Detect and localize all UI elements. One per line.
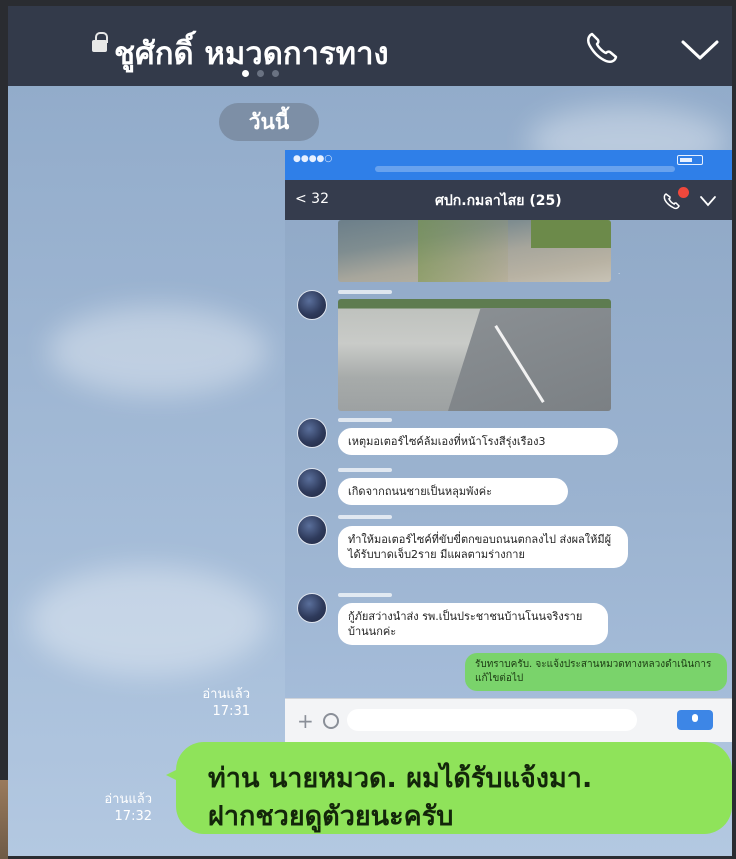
page-indicator [242, 70, 279, 77]
status-bar: ●●●●○ [285, 150, 732, 180]
message-timestamp: · [618, 270, 621, 278]
road-verge [418, 220, 508, 282]
status-banner [375, 166, 675, 172]
chat-header: ชูศักดิ์ หมวดการทาง [8, 6, 732, 86]
read-time: 17:31 [212, 704, 250, 719]
sender-name [338, 290, 392, 294]
inner-chat-title: ศปก.กมลาไสย (25) [435, 193, 562, 209]
sender-name [338, 593, 392, 597]
emoji-icon[interactable] [323, 713, 339, 729]
road-surface [448, 308, 611, 411]
chat-window: ชูศักดิ์ หมวดการทาง วันนี้ ●●●●○ < 32 ศป… [8, 6, 732, 856]
background-cloud [28, 566, 268, 676]
message-bubble[interactable]: เกิดจากถนนชายเป็นหลุมพังค่ะ [338, 478, 568, 505]
phone-icon[interactable] [582, 28, 622, 68]
sender-name [338, 418, 392, 422]
reply-bubble[interactable]: รับทราบครับ. จะแจ้งประสานหมวดทางหลวงดำเน… [465, 653, 727, 691]
chevron-down-icon[interactable] [699, 195, 717, 207]
sender-name [338, 468, 392, 472]
message-input-bar: + [285, 698, 732, 742]
read-receipt: อ่านแล้ว 17:31 [188, 686, 250, 720]
message-line: ท่าน นายหมวด. ผมได้รับแจ้งมา. [208, 763, 593, 794]
road-photo[interactable] [338, 220, 611, 282]
message-line: ฝากชวยดูตัวยนะครับ [208, 801, 454, 832]
avatar[interactable] [297, 593, 327, 623]
back-button[interactable]: < 32 [295, 191, 329, 207]
background-cloud [48, 306, 268, 396]
read-status: อ่านแล้ว [202, 687, 250, 702]
message-input[interactable] [347, 709, 637, 731]
lock-icon [92, 32, 108, 52]
page-dot [257, 70, 264, 77]
inner-chat-header: < 32 ศปก.กมลาไสย (25) [285, 180, 732, 220]
read-status: อ่านแล้ว [104, 792, 152, 807]
avatar[interactable] [297, 515, 327, 545]
plus-icon[interactable]: + [297, 709, 314, 733]
road-photo[interactable] [338, 299, 611, 411]
shared-screenshot-image[interactable]: ●●●●○ < 32 ศปก.กมลาไสย (25) · เหตุมอเตอร… [285, 150, 732, 742]
battery-icon [677, 155, 703, 165]
chevron-down-icon[interactable] [680, 38, 720, 62]
page-dot [272, 70, 279, 77]
grass-area [531, 220, 611, 248]
sender-name [338, 515, 392, 519]
mic-icon[interactable] [677, 710, 713, 730]
page-dot [242, 70, 249, 77]
background-photo-edge [0, 780, 8, 859]
message-bubble[interactable]: เหตุมอเตอร์ไซค์ล้มเองที่หน้าโรงสีรุ่งเรื… [338, 428, 618, 455]
signal-indicator: ●●●●○ [293, 154, 333, 164]
avatar[interactable] [297, 468, 327, 498]
message-bubble[interactable]: กู้ภัยสว่างนำส่ง รพ.เป็นประชาชนบ้านโนนจร… [338, 603, 608, 645]
date-separator: วันนี้ [219, 103, 319, 141]
read-time: 17:32 [114, 809, 152, 824]
read-receipt: อ่านแล้ว 17:32 [90, 791, 152, 825]
avatar[interactable] [297, 290, 327, 320]
message-bubble[interactable]: ทำให้มอเตอร์ไซค์ที่ขับขี่ตกขอบถนนตกลงไป … [338, 526, 628, 568]
outgoing-message-bubble[interactable]: ท่าน นายหมวด. ผมได้รับแจ้งมา. ฝากชวยดูตั… [176, 742, 732, 834]
notification-badge [678, 187, 689, 198]
avatar[interactable] [297, 418, 327, 448]
